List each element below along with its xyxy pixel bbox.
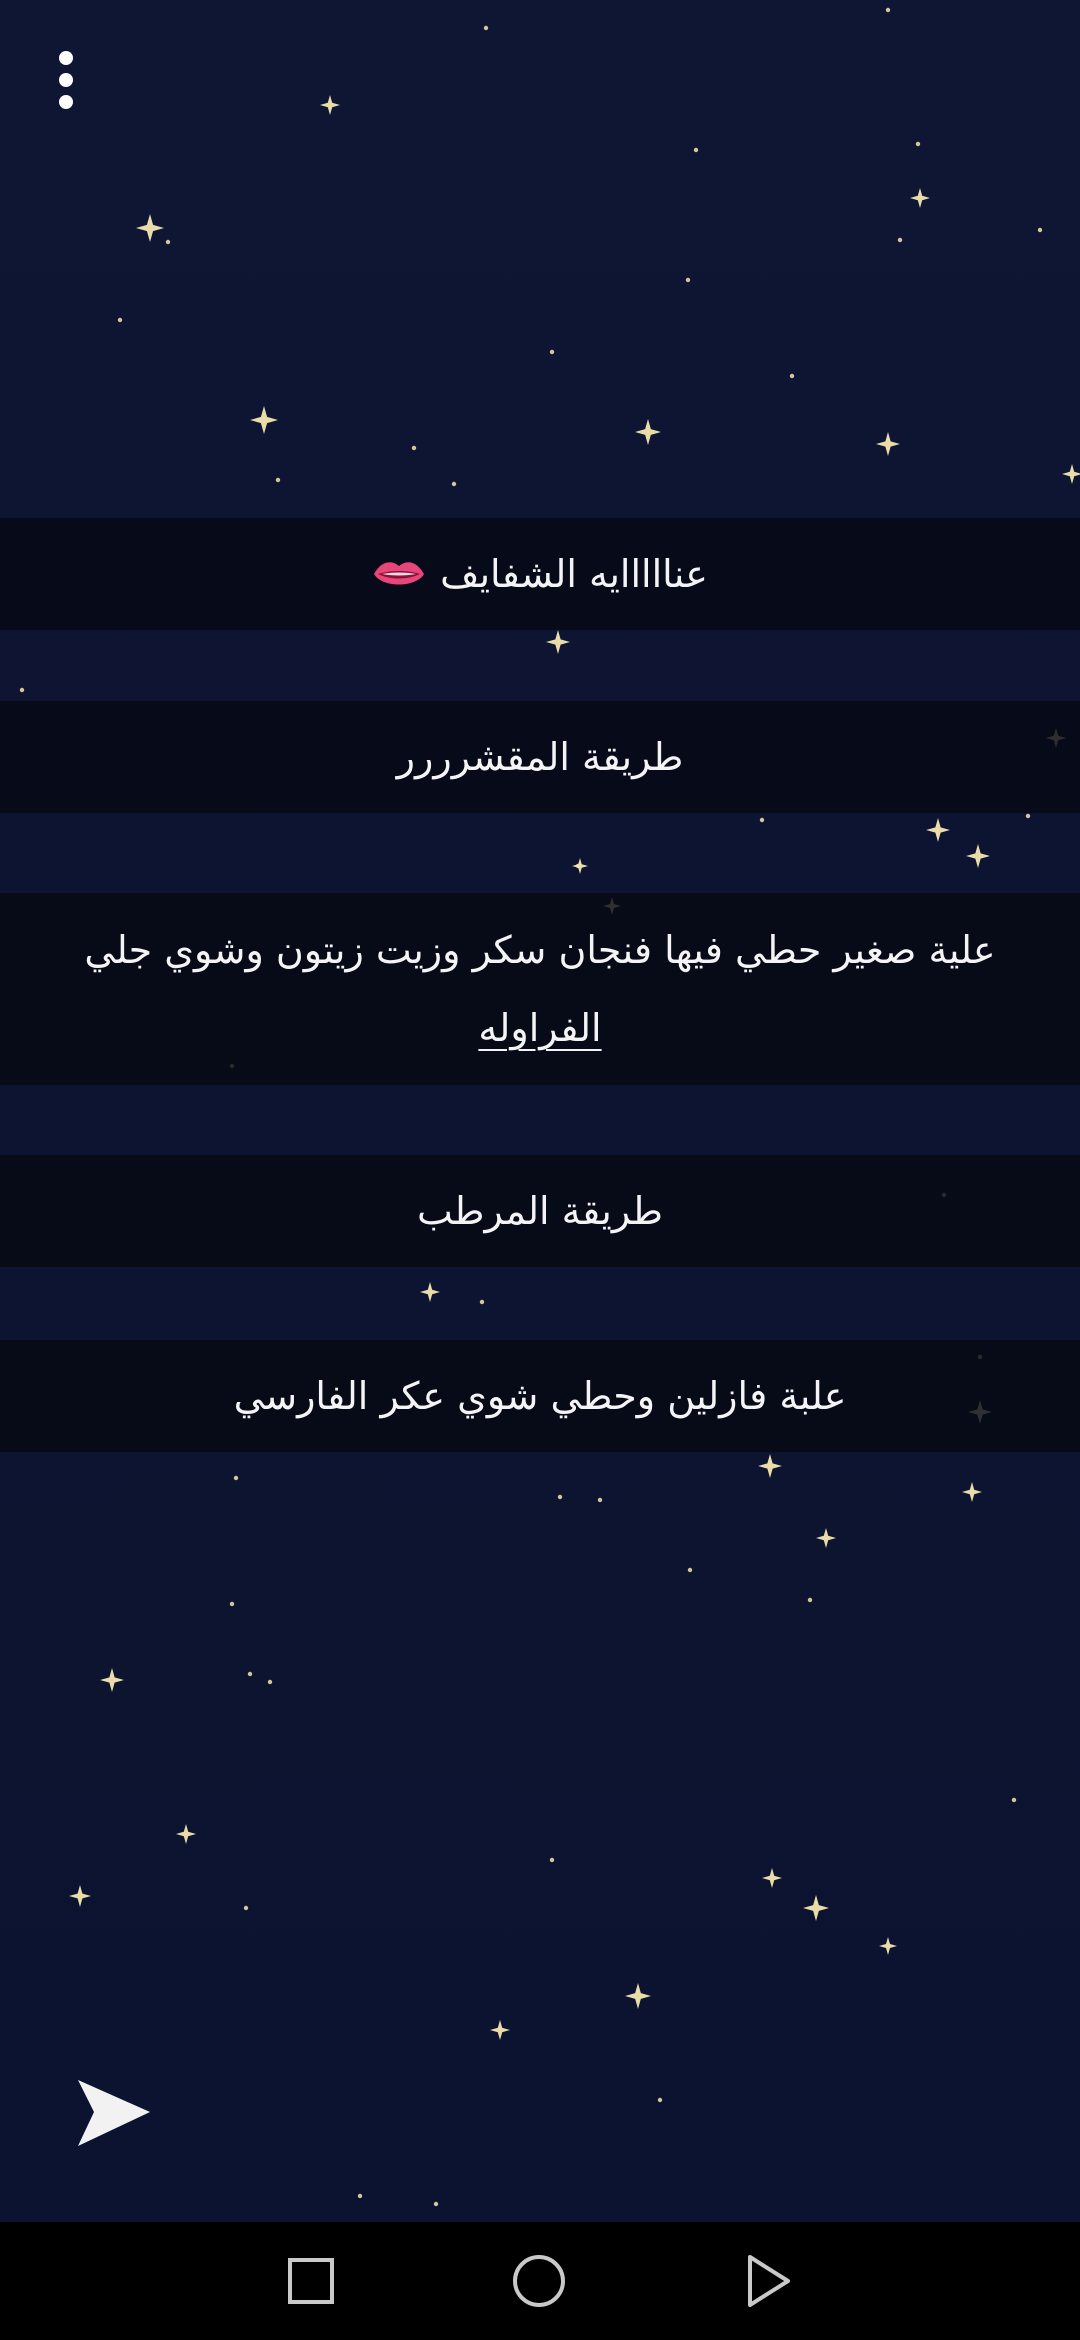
star-sparkle — [320, 95, 340, 115]
star-dot — [575, 863, 581, 869]
star-sparkle — [635, 419, 661, 445]
more-vertical-icon — [59, 51, 73, 109]
star-sparkle — [966, 844, 990, 868]
star-dot — [759, 817, 765, 823]
star-sparkle — [926, 818, 950, 842]
star-sparkle — [962, 1482, 982, 1502]
star-dot — [597, 1497, 603, 1503]
list-item-text-line-1: علية صغير حطي فيها فنجان سكر وزيت زيتون … — [84, 928, 996, 972]
star-dot — [885, 7, 891, 13]
star-sparkle — [250, 406, 278, 434]
star-sparkle — [420, 1282, 440, 1302]
star-dot — [229, 1601, 235, 1607]
star-sparkle — [490, 2020, 510, 2040]
send-icon — [78, 2080, 150, 2146]
overflow-menu-button[interactable] — [36, 44, 96, 116]
star-dot — [117, 317, 123, 323]
recents-button[interactable] — [266, 2236, 356, 2326]
star-dot — [685, 277, 691, 283]
star-dot — [807, 1597, 813, 1603]
star-sparkle — [910, 188, 930, 208]
star-dot — [433, 2201, 439, 2207]
star-sparkle — [1062, 464, 1080, 484]
star-dot — [693, 147, 699, 153]
star-sparkle — [876, 432, 900, 456]
list-item-text-block: علية صغير حطي فيها فنجان سكر وزيت زيتون … — [84, 911, 995, 1067]
list-item-text: علبة فازلين وحطي شوي عكر الفارسي — [233, 1374, 847, 1418]
star-dot — [1037, 227, 1043, 233]
star-dot — [247, 1671, 253, 1677]
list-item-text: طريقة المقشرررر — [396, 735, 684, 779]
star-dot — [897, 237, 903, 243]
star-sparkle — [136, 214, 164, 242]
list-item-text: طريقة المرطب — [416, 1189, 664, 1233]
star-dot — [557, 1494, 563, 1500]
list-item-moisturizer-method[interactable]: طريقة المرطب — [0, 1155, 1080, 1267]
starfield-background — [19, 7, 1080, 2207]
triangle-back-icon — [748, 2255, 790, 2307]
square-recents-icon — [288, 2258, 334, 2304]
star-sparkle — [879, 1937, 897, 1955]
lips-emoji-icon — [374, 562, 425, 585]
star-sparkle — [758, 1454, 782, 1478]
list-item-moisturizer-recipe[interactable]: علبة فازلين وحطي شوي عكر الفارسي — [0, 1340, 1080, 1452]
star-dot — [687, 1567, 693, 1573]
list-item-scrub-recipe[interactable]: علية صغير حطي فيها فنجان سكر وزيت زيتون … — [0, 893, 1080, 1085]
star-dot — [451, 481, 457, 487]
star-sparkle — [176, 1824, 196, 1844]
star-sparkle — [762, 1868, 782, 1888]
star-dot — [19, 687, 25, 693]
list-item-text-line-2: الفراوله — [478, 1006, 602, 1050]
app-screen: عنااااايه الشفايف طريقة المقشرررر علية ص… — [0, 0, 1080, 2340]
star-dot — [267, 1679, 273, 1685]
star-sparkle — [546, 630, 570, 654]
star-dot — [657, 2097, 663, 2103]
star-dot — [549, 1857, 555, 1863]
star-dot — [1025, 813, 1031, 819]
star-dot — [233, 1475, 239, 1481]
home-button[interactable] — [494, 2236, 584, 2326]
circle-home-icon — [513, 2255, 565, 2307]
star-dot — [275, 477, 281, 483]
system-navigation-bar — [0, 2222, 1080, 2340]
star-dot — [357, 2193, 363, 2199]
list-item-text: عنااااايه الشفايف — [440, 552, 708, 596]
list-item-scrub-method[interactable]: طريقة المقشرررر — [0, 701, 1080, 813]
star-dot — [479, 1299, 485, 1305]
star-dot — [243, 1905, 249, 1911]
back-button[interactable] — [724, 2236, 814, 2326]
star-dot — [483, 25, 489, 31]
star-sparkle — [803, 1895, 829, 1921]
star-dot — [1011, 1797, 1017, 1803]
star-dot — [789, 373, 795, 379]
list-item-lip-care-title[interactable]: عنااااايه الشفايف — [0, 518, 1080, 630]
star-dot — [411, 445, 417, 451]
star-sparkle — [816, 1528, 836, 1548]
star-dot — [915, 141, 921, 147]
star-dot — [165, 239, 171, 245]
star-dot — [549, 349, 555, 355]
star-sparkle — [100, 1668, 124, 1692]
star-sparkle — [69, 1885, 91, 1907]
star-sparkle — [625, 1983, 651, 2009]
send-button[interactable] — [74, 2074, 154, 2154]
